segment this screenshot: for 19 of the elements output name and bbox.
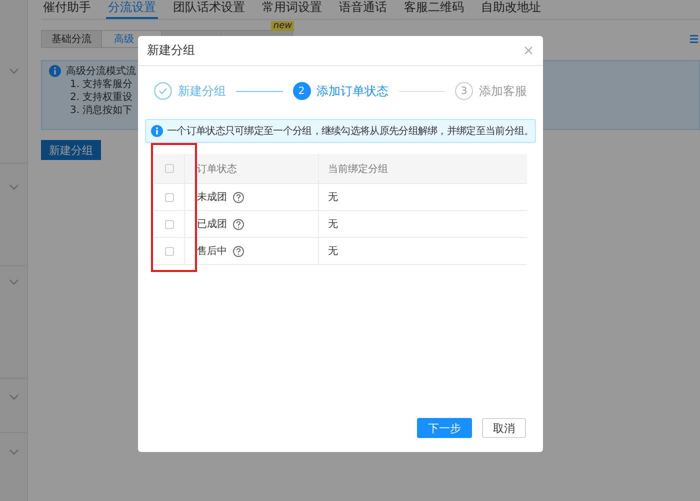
column-header: 订单状态 bbox=[197, 164, 237, 174]
new-badge: new bbox=[271, 21, 294, 31]
table-cell-text: 售后中 bbox=[197, 244, 227, 258]
info-text: 高级分流模式流 bbox=[66, 65, 136, 78]
info-text: 2. 支持权重设 bbox=[69, 91, 134, 104]
info-text: 3. 消息按如下 bbox=[69, 104, 134, 117]
step-label: 新建分组 bbox=[178, 82, 226, 100]
table-cell-text: 已成团 bbox=[197, 218, 227, 231]
column-header: 当前绑定分组 bbox=[328, 164, 388, 174]
step-label: 添加客服 bbox=[479, 82, 527, 100]
notice-text: 一个订单状态只可绑定至一个分组，继续勾选将从原先分组解绑，并绑定至当前分组。 bbox=[167, 124, 534, 138]
table-cell-text: 未成团 bbox=[197, 190, 227, 204]
step-label: 添加订单状态 bbox=[316, 82, 388, 100]
table-cell: 无 bbox=[328, 246, 338, 257]
step-number: 3 bbox=[455, 82, 473, 100]
step-number: 2 bbox=[292, 82, 310, 100]
info-text: 1. 支持客服分 bbox=[69, 78, 134, 91]
table-cell: 无 bbox=[328, 219, 338, 230]
table-cell: 无 bbox=[328, 192, 338, 203]
